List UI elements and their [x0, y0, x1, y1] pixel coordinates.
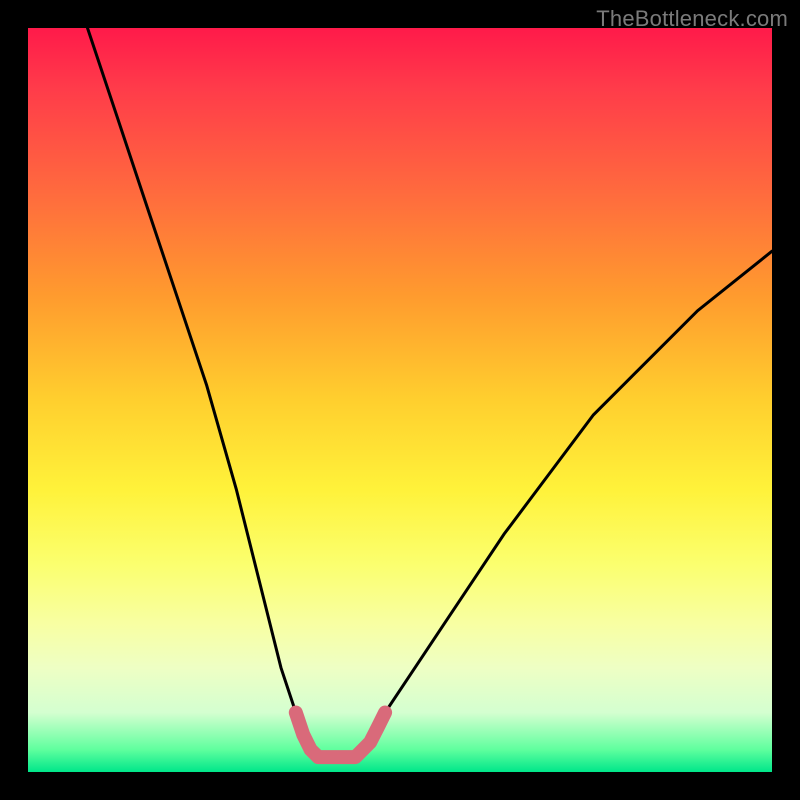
chart-container: TheBottleneck.com	[0, 0, 800, 800]
bottleneck-curve	[88, 28, 773, 757]
plot-area	[28, 28, 772, 772]
bottom-marker	[296, 713, 385, 758]
watermark-text: TheBottleneck.com	[596, 6, 788, 32]
curve-svg	[28, 28, 772, 772]
